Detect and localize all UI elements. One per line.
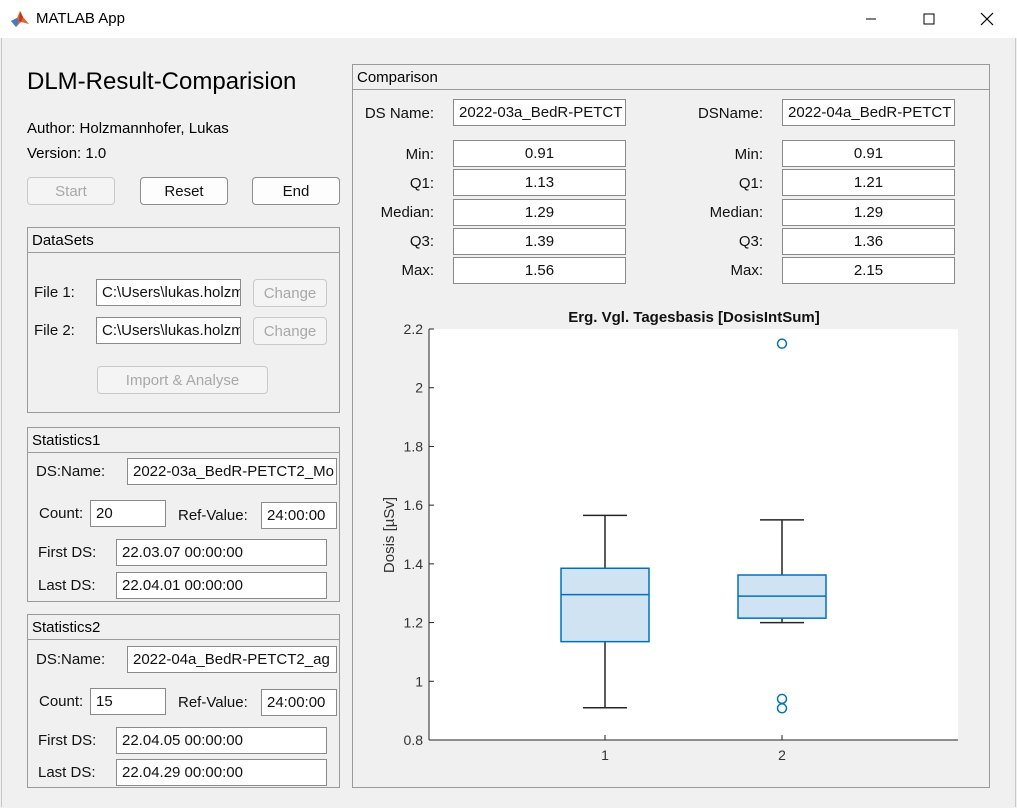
datasets-panel: DataSets File 1: C:\Users\lukas.holzmann… xyxy=(27,227,340,413)
left-min-label: Min: xyxy=(405,146,434,163)
y-tick-label: 2 xyxy=(415,380,423,396)
file1-label: File 1: xyxy=(34,284,75,301)
statistics1-panel: Statistics1 DS:Name: 2022-03a_BedR-PETCT… xyxy=(27,427,340,602)
left-dsname-field[interactable]: 2022-03a_BedR-PETCT xyxy=(453,99,626,126)
maximize-button[interactable] xyxy=(900,0,958,38)
file1-field[interactable]: C:\Users\lukas.holzmannhofer xyxy=(96,279,241,306)
statistics2-title: Statistics2 xyxy=(32,619,101,636)
s1-dsname-field[interactable]: 2022-03a_BedR-PETCT2_Mo xyxy=(127,458,337,485)
x-tick-label: 2 xyxy=(778,747,786,763)
x-tick-label: 1 xyxy=(601,747,609,763)
left-min-field[interactable]: 0.91 xyxy=(453,140,626,167)
y-tick-label: 1.8 xyxy=(404,438,424,454)
change-file2-button[interactable]: Change xyxy=(253,317,327,345)
left-max-label: Max: xyxy=(401,262,434,279)
boxplot-chart: Erg. Vgl. Tagesbasis [DosisIntSum] 0.8 1 1… xyxy=(381,309,958,763)
right-q1-label: Q1: xyxy=(738,175,763,192)
s2-last-field[interactable]: 22.04.29 00:00:00 xyxy=(116,759,327,786)
s2-ref-field[interactable]: 24:00:00 xyxy=(261,689,337,716)
y-tick-label: 2.2 xyxy=(404,321,424,337)
file2-field[interactable]: C:\Users\lukas.holzmannhofer xyxy=(96,317,241,344)
change-file1-button[interactable]: Change xyxy=(253,279,327,307)
s1-first-label: First DS: xyxy=(38,544,97,561)
reset-button[interactable]: Reset xyxy=(140,177,228,205)
y-axis-label: Dosis [µSv] xyxy=(381,497,398,573)
y-tick-label: 1 xyxy=(415,673,423,689)
s2-dsname-label: DS:Name: xyxy=(36,651,106,668)
statistics1-title: Statistics1 xyxy=(32,432,101,449)
right-min-label: Min: xyxy=(734,146,763,163)
y-tick-label: 1.2 xyxy=(404,615,424,631)
minimize-button[interactable] xyxy=(842,0,900,38)
s1-first-field[interactable]: 22.03.07 00:00:00 xyxy=(116,539,327,566)
author-label: Author: Holzmannhofer, Lukas xyxy=(27,120,229,137)
y-tick-label: 1.6 xyxy=(404,497,424,513)
left-q3-field[interactable]: 1.39 xyxy=(453,228,626,255)
y-tick-label: 0.8 xyxy=(404,732,424,748)
app-title: DLM-Result-Comparision xyxy=(27,68,297,95)
plot-area xyxy=(429,329,958,740)
s2-count-field[interactable]: 15 xyxy=(90,688,166,715)
panel-divider xyxy=(28,639,339,640)
panel-divider xyxy=(353,89,989,90)
right-median-label: Median: xyxy=(709,204,763,221)
left-median-label: Median: xyxy=(380,204,434,221)
maximize-icon xyxy=(923,13,935,25)
s1-count-field[interactable]: 20 xyxy=(90,500,166,527)
s2-ref-label: Ref-Value: xyxy=(178,694,248,711)
right-dsname-field[interactable]: 2022-04a_BedR-PETCT xyxy=(782,99,955,126)
iqr-box xyxy=(560,567,650,643)
left-q1-label: Q1: xyxy=(409,175,434,192)
comparison-title: Comparison xyxy=(357,69,438,86)
end-button[interactable]: End xyxy=(252,177,340,205)
start-button[interactable]: Start xyxy=(27,177,115,205)
left-max-field[interactable]: 1.56 xyxy=(453,257,626,284)
s2-first-field[interactable]: 22.04.05 00:00:00 xyxy=(116,727,327,754)
matlab-icon xyxy=(10,9,30,29)
s1-last-field[interactable]: 22.04.01 00:00:00 xyxy=(116,572,327,599)
right-median-field[interactable]: 1.29 xyxy=(782,199,955,226)
s1-count-label: Count: xyxy=(39,505,84,522)
statistics2-panel: Statistics2 DS:Name: 2022-04a_BedR-PETCT… xyxy=(27,614,340,788)
left-q1-field[interactable]: 1.13 xyxy=(453,169,626,196)
s1-ref-label: Ref-Value: xyxy=(178,507,248,524)
import-analyse-button[interactable]: Import & Analyse xyxy=(97,366,268,394)
close-icon xyxy=(980,12,994,26)
panel-divider xyxy=(28,452,339,453)
y-tick-label: 1.4 xyxy=(404,556,424,572)
left-dsname-label: DS Name: xyxy=(364,105,434,122)
right-min-field[interactable]: 0.91 xyxy=(782,140,955,167)
s1-last-label: Last DS: xyxy=(38,577,96,594)
s1-dsname-label: DS:Name: xyxy=(36,463,106,480)
chart-title: Erg. Vgl. Tagesbasis [DosisIntSum] xyxy=(568,309,819,326)
version-label: Version: 1.0 xyxy=(27,145,107,162)
right-max-field[interactable]: 2.15 xyxy=(782,257,955,284)
s1-ref-field[interactable]: 24:00:00 xyxy=(261,502,337,529)
file2-label: File 2: xyxy=(34,322,75,339)
datasets-title: DataSets xyxy=(32,232,94,249)
right-q3-label: Q3: xyxy=(738,233,763,250)
right-q1-field[interactable]: 1.21 xyxy=(782,169,955,196)
close-button[interactable] xyxy=(958,0,1016,38)
right-dsname-label: DSName: xyxy=(697,105,763,122)
s2-first-label: First DS: xyxy=(38,732,97,749)
left-median-field[interactable]: 1.29 xyxy=(453,199,626,226)
s2-count-label: Count: xyxy=(39,693,84,710)
minimize-icon xyxy=(866,18,876,20)
s2-last-label: Last DS: xyxy=(38,764,96,781)
left-q3-label: Q3: xyxy=(409,233,434,250)
right-max-label: Max: xyxy=(730,262,763,279)
window-title: MATLAB App xyxy=(36,10,125,27)
panel-divider xyxy=(28,252,339,253)
right-q3-field[interactable]: 1.36 xyxy=(782,228,955,255)
s2-dsname-field[interactable]: 2022-04a_BedR-PETCT2_ag xyxy=(127,646,337,673)
